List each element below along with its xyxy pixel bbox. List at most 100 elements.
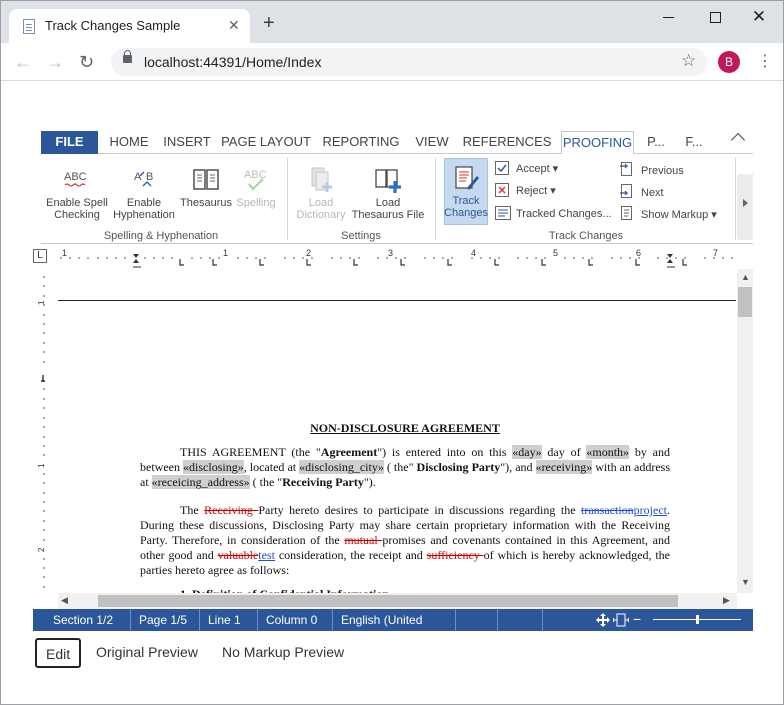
reload-icon[interactable]: ↻ (79, 52, 94, 72)
enable-spell-checking-button[interactable]: ABC Enable Spell Checking (43, 166, 111, 221)
minimize-button[interactable] (659, 7, 679, 27)
load-thesaurus-label-1: Load (375, 197, 401, 209)
tab-stop-selector[interactable]: L (33, 249, 47, 263)
horizontal-scrollbar[interactable]: ◀ ▶ (58, 593, 737, 609)
tab-strip: Track Changes Sample ✕ + ✕ (1, 1, 783, 43)
accept-check-icon (495, 161, 509, 175)
fit-width-icon[interactable] (612, 612, 630, 631)
edit-mode-button[interactable]: Edit (35, 638, 82, 668)
status-empty (456, 609, 498, 631)
tracked-deletion: transaction (581, 503, 634, 517)
url-text[interactable]: localhost:44391/Home/Index (144, 54, 321, 70)
scroll-left-icon[interactable]: ◀ (61, 595, 68, 606)
status-language[interactable]: English (United States) (333, 609, 456, 649)
collapse-ribbon-icon[interactable] (730, 132, 746, 148)
paragraph-2: The Receiving Party hereto desires to pa… (140, 503, 671, 577)
group-divider (435, 158, 436, 240)
ruler-scale (60, 254, 733, 268)
load-dictionary-button[interactable]: Load Dictionary (293, 166, 349, 221)
load-thesaurus-icon (374, 166, 402, 194)
merge-field: «disclosing_city» (299, 460, 384, 474)
horizontal-scroll-thumb[interactable] (98, 595, 678, 607)
scroll-right-icon[interactable]: ▶ (723, 595, 730, 606)
back-arrow-icon[interactable]: ← (14, 52, 32, 72)
merge-field: «receicing_address» (151, 475, 250, 489)
close-window-button[interactable]: ✕ (749, 7, 769, 27)
merge-field: «receiving» (535, 460, 593, 474)
ruler-number: 1 (62, 248, 68, 258)
no-markup-preview-button[interactable]: No Markup Preview (222, 638, 344, 668)
previous-change-button[interactable]: Previous (620, 161, 684, 179)
tab-close-icon[interactable]: ✕ (228, 17, 240, 33)
ruler-number: 7 (713, 248, 719, 258)
track-changes-group-label: Track Changes (548, 230, 624, 242)
zoom-out-button[interactable]: − (633, 611, 641, 627)
profile-avatar[interactable]: B (718, 51, 740, 73)
next-change-icon (620, 183, 634, 198)
thesaurus-button[interactable]: Thesaurus (177, 166, 235, 209)
bookmark-star-icon[interactable]: ☆ (681, 51, 696, 71)
document-body[interactable]: NON-DISCLOSURE AGREEMENT THIS AGREEMENT … (140, 421, 670, 609)
zoom-slider-knob[interactable] (696, 615, 699, 624)
browser-toolbar: ← → ↻ localhost:44391/Home/Index ☆ B ⋮ (1, 43, 783, 81)
hyphenation-label-2: Hyphenation (113, 209, 175, 221)
ribbon-tabs: FILE HOME INSERT PAGE LAYOUT REPORTING V… (41, 131, 753, 155)
accept-button[interactable]: Accept ▾ (495, 160, 558, 178)
reject-button[interactable]: Reject ▾ (495, 182, 556, 200)
browser-menu-icon[interactable]: ⋮ (757, 52, 773, 72)
ruler-number: 2 (306, 248, 312, 258)
lock-icon[interactable] (123, 50, 132, 63)
ruler-number: 6 (636, 248, 642, 258)
vertical-scrollbar[interactable]: ▲ ▼ (737, 269, 753, 593)
spelling-button[interactable]: ABC Spelling (233, 166, 279, 209)
tracked-changes-label: Tracked Changes... (516, 208, 612, 220)
new-tab-button[interactable]: + (263, 13, 275, 33)
status-line: Line 1 (200, 609, 258, 631)
address-bar[interactable]: localhost:44391/Home/Index ☆ (111, 48, 707, 76)
tracked-insertion: project (633, 503, 667, 517)
track-label-1: Track (452, 195, 480, 207)
document-title: NON-DISCLOSURE AGREEMENT (310, 421, 500, 435)
abc-check-icon: ABC (242, 166, 270, 194)
ruler-number: 4 (471, 248, 477, 258)
scroll-up-icon[interactable]: ▲ (741, 272, 750, 282)
load-thesaurus-file-button[interactable]: Load Thesaurus File (347, 166, 429, 221)
maximize-button[interactable] (705, 7, 725, 27)
browser-tab[interactable]: Track Changes Sample ✕ (9, 9, 250, 43)
vertical-scroll-thumb[interactable] (738, 287, 752, 317)
tab-f-overflow[interactable]: F... (681, 131, 707, 154)
book-icon (192, 166, 220, 194)
status-empty (498, 609, 543, 631)
reject-x-icon (495, 183, 509, 197)
original-preview-button[interactable]: Original Preview (96, 638, 198, 668)
tracked-deletion: mutual (344, 533, 383, 547)
fit-page-icon[interactable] (595, 612, 611, 631)
svg-text:2: 2 (37, 547, 46, 552)
spell-label-2: Checking (54, 209, 100, 221)
track-changes-icon (452, 164, 480, 192)
tab-p-overflow[interactable]: P... (643, 131, 669, 154)
ruler-number: 3 (388, 248, 394, 258)
show-markup-button[interactable]: Show Markup ▾ (620, 205, 717, 223)
svg-text:ABC: ABC (244, 169, 267, 181)
tab-references[interactable]: REFERENCES (462, 131, 552, 154)
document-viewport[interactable]: 1 1 2 NON-DISCLOSURE AGREEMENT THIS AGRE… (33, 269, 753, 609)
ruler-number: 5 (553, 248, 559, 258)
enable-hyphenation-button[interactable]: AB Enable Hyphenation (111, 166, 177, 221)
merge-field: «disclosing» (183, 460, 244, 474)
tab-proofing[interactable]: PROOFING (561, 131, 634, 155)
tab-insert[interactable]: INSERT (159, 131, 215, 154)
tab-reporting[interactable]: REPORTING (322, 131, 400, 154)
tab-page-layout[interactable]: PAGE LAYOUT (221, 131, 311, 154)
tab-home[interactable]: HOME (103, 131, 155, 154)
tab-view[interactable]: VIEW (410, 131, 454, 154)
tracked-changes-button[interactable]: Tracked Changes... (495, 205, 612, 223)
next-change-button[interactable]: Next (620, 183, 664, 201)
scroll-down-icon[interactable]: ▼ (741, 577, 750, 587)
document-page[interactable]: NON-DISCLOSURE AGREEMENT THIS AGREEMENT … (58, 269, 736, 601)
ribbon-scroll-right-button[interactable] (737, 174, 753, 240)
tab-file[interactable]: FILE (41, 131, 98, 154)
track-changes-button[interactable]: Track Changes (444, 164, 488, 219)
forward-arrow-icon[interactable]: → (46, 52, 64, 72)
tracked-deletion: valuable (217, 548, 259, 562)
